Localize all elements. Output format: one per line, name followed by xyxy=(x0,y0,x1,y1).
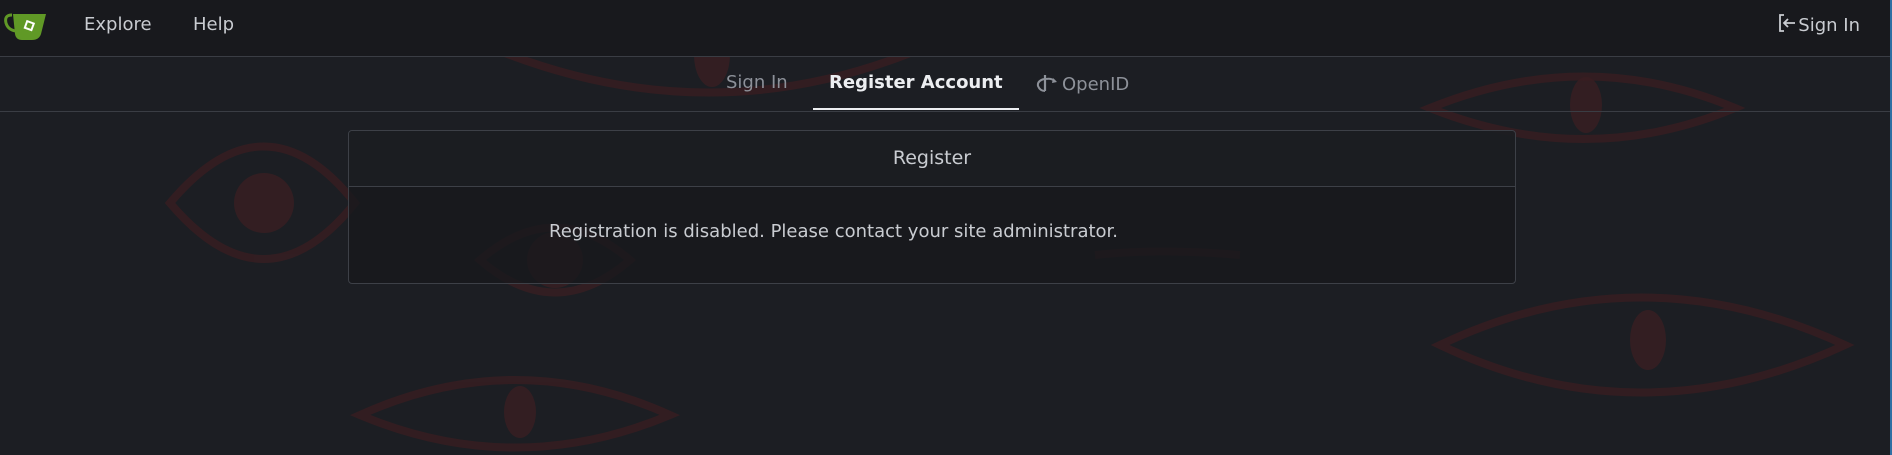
gitea-logo-icon[interactable] xyxy=(4,10,46,40)
register-card: Register Registration is disabled. Pleas… xyxy=(348,130,1516,284)
sign-in-icon xyxy=(1778,13,1798,38)
tab-openid-label: OpenID xyxy=(1062,74,1130,95)
auth-tabs: Sign In Register Account OpenID xyxy=(0,57,1890,112)
nav-explore-link[interactable]: Explore xyxy=(84,14,152,35)
tab-register-account[interactable]: Register Account xyxy=(813,57,1019,110)
page: Explore Help Sign In Sign In Register Ac… xyxy=(0,0,1892,455)
card-body: Registration is disabled. Please contact… xyxy=(349,187,1515,283)
card-title: Register xyxy=(349,131,1515,187)
nav-help-link[interactable]: Help xyxy=(193,14,234,35)
navbar-sign-in-label: Sign In xyxy=(1798,15,1860,36)
top-navbar: Explore Help Sign In xyxy=(0,0,1890,57)
openid-icon xyxy=(1036,72,1062,97)
tab-sign-in[interactable]: Sign In xyxy=(726,72,788,93)
registration-disabled-message: Registration is disabled. Please contact… xyxy=(549,221,1119,242)
navbar-sign-in-button[interactable]: Sign In xyxy=(1778,13,1860,38)
tab-openid[interactable]: OpenID xyxy=(1036,72,1129,97)
